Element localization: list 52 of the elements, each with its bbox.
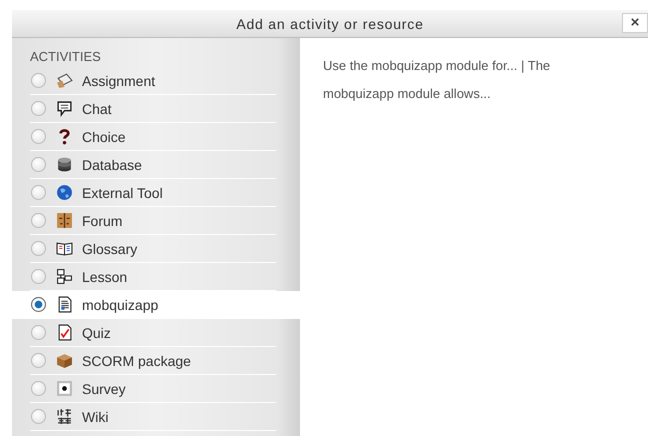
checkmark-page-icon — [56, 324, 73, 341]
box-icon — [56, 352, 73, 369]
document-icon — [56, 296, 73, 313]
radio-button[interactable] — [31, 353, 46, 368]
flowchart-icon — [56, 268, 73, 285]
grid-icon — [56, 408, 73, 425]
activity-label: Glossary — [82, 240, 138, 256]
activity-label: mobquizapp — [82, 296, 158, 312]
radio-button[interactable] — [31, 325, 46, 340]
globe-icon — [56, 184, 73, 201]
speech-bubble-icon — [56, 100, 73, 117]
module-description: Use the mobquizapp module for... | The mobquizapp module allows... — [323, 57, 552, 103]
pencil-paper-icon — [56, 72, 73, 89]
radio-button[interactable] — [31, 73, 46, 88]
target-icon — [56, 380, 73, 397]
activity-option[interactable]: Assignment — [30, 67, 276, 95]
activity-label: Database — [82, 156, 142, 172]
activity-option[interactable]: Forum — [30, 207, 276, 235]
radio-button[interactable] — [31, 241, 46, 256]
activity-label: Forum — [82, 212, 122, 228]
activity-option[interactable]: SCORM package — [30, 347, 276, 375]
activity-label: Wiki — [82, 408, 108, 424]
activity-option[interactable]: Choice — [30, 123, 276, 151]
activity-label: Survey — [82, 380, 126, 396]
activity-label: External Tool — [82, 184, 163, 200]
radio-button[interactable] — [31, 269, 46, 284]
radio-button[interactable] — [31, 409, 46, 424]
radio-button[interactable] — [31, 101, 46, 116]
activity-option[interactable]: Glossary — [30, 235, 276, 263]
activity-option[interactable]: External Tool — [30, 179, 276, 207]
activity-option[interactable]: Database — [30, 151, 276, 179]
activity-option[interactable]: Survey — [30, 375, 276, 403]
radio-button[interactable] — [31, 381, 46, 396]
activity-option[interactable]: Chat — [30, 95, 276, 123]
close-button[interactable]: × — [622, 13, 648, 33]
radio-button[interactable] — [31, 213, 46, 228]
activity-option[interactable]: Quiz — [30, 319, 276, 347]
radio-button[interactable] — [31, 157, 46, 172]
radio-button[interactable] — [31, 129, 46, 144]
activity-label: SCORM package — [82, 352, 191, 368]
book-icon — [56, 240, 73, 257]
section-heading: ACTIVITIES — [29, 49, 102, 66]
radio-button[interactable] — [31, 297, 46, 312]
activity-label: Assignment — [82, 72, 156, 88]
database-icon — [56, 156, 73, 173]
activity-label: Choice — [82, 128, 126, 144]
radio-button[interactable] — [31, 185, 46, 200]
activity-label: Lesson — [82, 268, 128, 284]
activity-label: Chat — [82, 100, 112, 116]
activity-label: Quiz — [82, 324, 111, 340]
activity-option[interactable]: Wiki — [30, 403, 276, 431]
dialog-title: Add an activity or resource — [236, 16, 424, 32]
